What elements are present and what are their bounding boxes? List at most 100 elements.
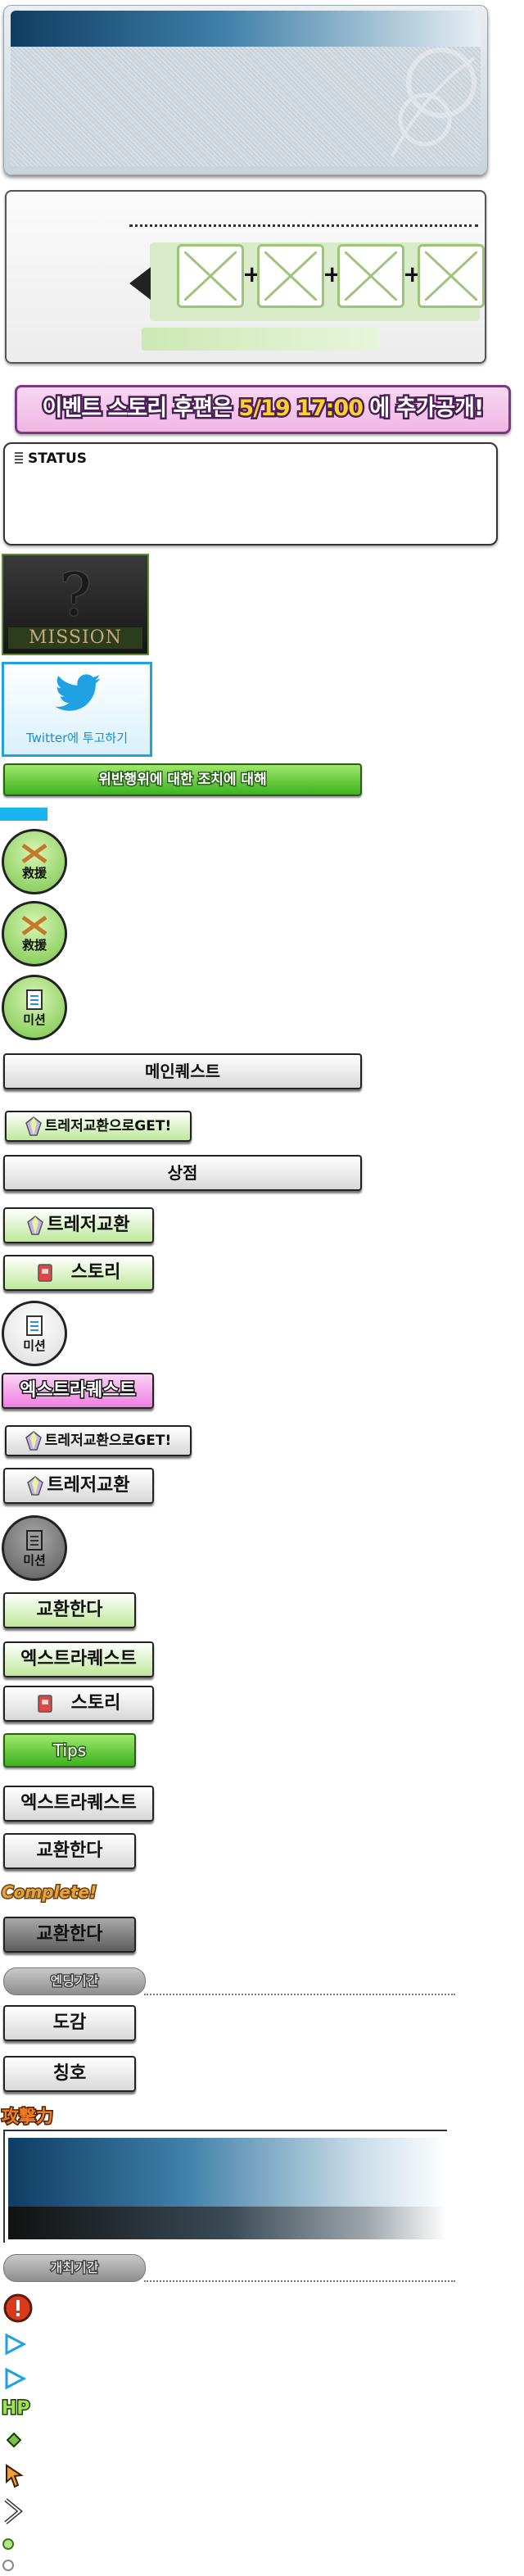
treasure-get-button[interactable]: 트레저교환으로GET! (5, 1425, 192, 1456)
reward-slot[interactable] (337, 244, 404, 308)
banner-date: 5/19 17:00 (237, 394, 366, 423)
tips-label: Tips (52, 1740, 87, 1762)
clipboard-icon (26, 1529, 43, 1551)
twitter-share-label: Twitter에 투고하기 (25, 731, 129, 745)
crossed-swords-icon (21, 915, 47, 935)
title-label: 칭호 (52, 2063, 87, 2084)
gauge-panel (3, 2130, 447, 2243)
twitter-share-button[interactable]: Twitter에 투고하기 (2, 662, 152, 757)
mission-label: 미션 (23, 1552, 46, 1568)
rescue-button[interactable]: 救援 (2, 829, 67, 894)
ornament-icon (391, 48, 477, 157)
book-icon (37, 1695, 52, 1713)
twitter-bird-icon (55, 674, 101, 711)
grip-icon (15, 452, 23, 465)
reward-slot[interactable] (177, 244, 244, 308)
rescue-label: 救援 (21, 937, 47, 953)
green-dot-icon (2, 2538, 14, 2550)
play-arrow-icon[interactable] (3, 2333, 26, 2356)
mission-button[interactable]: 미션 (2, 1301, 67, 1366)
alert-icon (3, 2293, 33, 2323)
reward-panel: + + + (5, 190, 486, 364)
story-button[interactable]: 스토리 (3, 1255, 154, 1291)
banner-text-2: 에 추가공개! (363, 394, 486, 423)
book-icon (37, 1264, 52, 1282)
complete-label: Complete! (0, 1881, 97, 1904)
main-quest-button[interactable]: 메인퀘스트 (3, 1053, 362, 1089)
mission-button-disabled[interactable]: 미션 (2, 1515, 67, 1581)
exchange-label: 교환한다 (36, 1924, 103, 1944)
reward-progress-bar (142, 328, 379, 351)
ending-period-pill: 엔딩기간 (3, 1967, 146, 1995)
treasure-exchange-label: 트레저교환 (47, 1215, 130, 1235)
shop-label: 상점 (167, 1163, 198, 1183)
treasure-get-button[interactable]: 트레저교환으로GET! (5, 1111, 192, 1142)
main-quest-label: 메인퀘스트 (145, 1062, 220, 1081)
crystal-icon (27, 1476, 44, 1496)
encyclopedia-label: 도감 (52, 2012, 87, 2033)
extra-quest-button[interactable]: 엑스트라퀘스트 (3, 1786, 154, 1822)
gauge-bar-top (8, 2138, 447, 2207)
status-label: STATUS (28, 450, 88, 467)
extra-quest-label: 엑스트라퀘스트 (20, 1793, 137, 1813)
ending-period-label: 엔딩기간 (49, 1972, 100, 1990)
cyan-tab-marker (0, 808, 47, 821)
story-label: 스토리 (70, 1693, 121, 1714)
mission-label: 미션 (23, 1338, 46, 1353)
crystal-icon (25, 1431, 42, 1451)
shop-button[interactable]: 상점 (3, 1155, 362, 1191)
mission-button[interactable]: 미션 (2, 975, 67, 1040)
status-panel: STATUS (3, 442, 498, 546)
white-dot-icon (2, 2560, 14, 2571)
treasure-exchange-button[interactable]: 트레저교환 (3, 1468, 154, 1504)
event-period-label: 개최기간 (49, 2259, 100, 2277)
chevron-right-icon[interactable] (2, 2497, 25, 2526)
crystal-icon (27, 1216, 44, 1235)
reward-slot[interactable] (418, 244, 485, 308)
treasure-exchange-label: 트레저교환 (47, 1475, 130, 1496)
title-button[interactable]: 칭호 (3, 2056, 136, 2092)
ending-period-divider (144, 1994, 455, 1995)
extra-quest-label: 엑스트라퀘스트 (20, 1649, 137, 1669)
story-label: 스토리 (70, 1262, 121, 1283)
violation-policy-label: 위반행위에 대한 조치에 대해 (97, 771, 268, 790)
story-button[interactable]: 스토리 (3, 1686, 154, 1722)
exchange-button-disabled[interactable]: 교환한다 (3, 1917, 136, 1953)
rescue-button[interactable]: 救援 (2, 901, 67, 967)
attack-power-label: 攻撃力 (1, 2106, 55, 2128)
clipboard-icon (26, 1315, 43, 1336)
gauge-bar-bottom (8, 2207, 447, 2239)
reward-divider (129, 224, 478, 227)
exchange-button[interactable]: 교환한다 (3, 1592, 136, 1628)
event-period-divider (144, 2280, 455, 2282)
mission-label: 미션 (23, 1012, 46, 1027)
reward-prev-arrow-icon[interactable] (129, 267, 151, 300)
extra-quest-button[interactable]: 엑스트라퀘스트 (3, 1641, 154, 1677)
rescue-label: 救援 (21, 865, 47, 881)
treasure-exchange-button[interactable]: 트레저교환 (3, 1207, 154, 1243)
exchange-label: 교환한다 (36, 1840, 103, 1861)
event-period-pill: 개최기간 (3, 2254, 146, 2282)
crystal-icon (25, 1116, 42, 1136)
diamond-icon (7, 2433, 21, 2447)
banner-text-1: 이벤트 스토리 후편은 (40, 394, 239, 423)
violation-policy-button[interactable]: 위반행위에 대한 조치에 대해 (3, 763, 362, 796)
mission-banner[interactable]: ? MISSION (2, 554, 149, 655)
treasure-get-label: 트레저교환으로GET! (44, 1118, 172, 1134)
extra-quest-button[interactable]: 엑스트라퀘스트 (2, 1373, 154, 1409)
extra-quest-label: 엑스트라퀘스트 (19, 1379, 138, 1402)
tips-button[interactable]: Tips (3, 1733, 136, 1768)
exchange-button[interactable]: 교환한다 (3, 1833, 136, 1869)
clipboard-icon (26, 989, 43, 1010)
crossed-swords-icon (21, 843, 47, 863)
cursor-pointer-icon (6, 2464, 24, 2488)
treasure-get-label: 트레저교환으로GET! (44, 1433, 172, 1449)
top-frame-panel (3, 5, 488, 175)
reward-slot[interactable] (257, 244, 324, 308)
play-arrow-icon[interactable] (3, 2367, 26, 2390)
mission-banner-label: MISSION (8, 627, 142, 649)
event-story-banner[interactable]: 이벤트 스토리 후편은 5/19 17:00 에 추가공개! (15, 385, 511, 434)
hp-label: HP (1, 2397, 32, 2420)
exchange-label: 교환한다 (36, 1600, 103, 1620)
encyclopedia-button[interactable]: 도감 (3, 2005, 136, 2041)
